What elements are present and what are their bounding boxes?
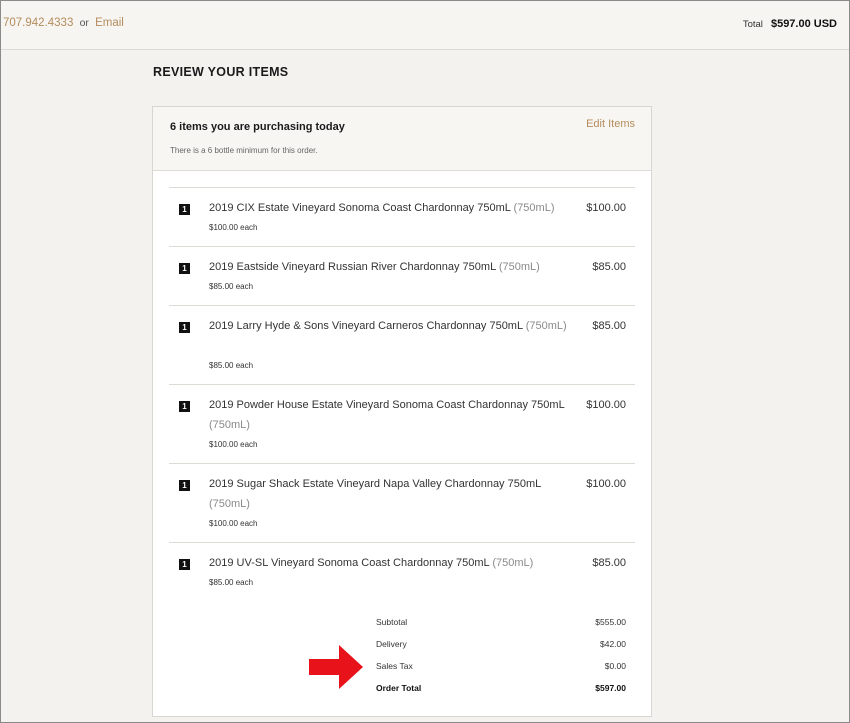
delivery-value: $42.00	[600, 639, 626, 649]
order-total-value: $597.00	[595, 683, 626, 693]
item-title: 2019 UV-SL Vineyard Sonoma Coast Chardon…	[209, 557, 490, 569]
line-item: 1 2019 Larry Hyde & Sons Vineyard Carner…	[169, 305, 635, 384]
item-unit-price: $85.00 each	[209, 361, 254, 370]
red-arrow-icon	[309, 645, 363, 689]
sales-tax-row: Sales Tax $0.00	[376, 661, 626, 675]
item-price: $85.00	[592, 320, 626, 332]
subtotal-label: Subtotal	[376, 617, 408, 627]
item-title: 2019 Sugar Shack Estate Vineyard Napa Va…	[209, 478, 541, 490]
top-bar: 707.942.4333 or Email Total $597.00 USD	[1, 1, 849, 50]
sales-tax-value: $0.00	[604, 661, 626, 671]
item-size: (750mL)	[209, 497, 250, 510]
order-total-label: Order Total	[376, 683, 422, 693]
quantity-badge: 1	[179, 322, 190, 333]
delivery-row: Delivery $42.00	[376, 639, 626, 653]
delivery-label: Delivery	[376, 639, 407, 649]
item-size: (750mL)	[525, 320, 567, 332]
item-title: 2019 Larry Hyde & Sons Vineyard Carneros…	[209, 320, 523, 332]
header-total: Total $597.00 USD	[743, 18, 837, 30]
item-price: $100.00	[586, 478, 626, 490]
phone-link[interactable]: 707.942.4333	[3, 17, 73, 29]
line-item: 1 2019 Eastside Vineyard Russian River C…	[169, 246, 635, 305]
quantity-badge: 1	[179, 204, 190, 215]
item-name: 2019 Eastside Vineyard Russian River Cha…	[209, 258, 569, 278]
edit-items-link[interactable]: Edit Items	[586, 118, 635, 130]
quantity-badge: 1	[179, 263, 190, 274]
item-name: 2019 Sugar Shack Estate Vineyard Napa Va…	[209, 475, 569, 514]
page-title: REVIEW YOUR ITEMS	[153, 65, 289, 79]
header-total-label: Total	[742, 19, 763, 30]
item-unit-price: $85.00 each	[209, 282, 254, 291]
item-unit-price: $100.00 each	[209, 519, 258, 528]
sales-tax-label: Sales Tax	[376, 661, 413, 671]
subtotal-value: $555.00	[595, 617, 626, 627]
item-price: $85.00	[592, 261, 626, 273]
item-title: 2019 Powder House Estate Vineyard Sonoma…	[209, 399, 565, 411]
quantity-badge: 1	[179, 480, 190, 491]
item-size: (750mL)	[492, 557, 534, 569]
quantity-badge: 1	[179, 559, 190, 570]
item-size: (750mL)	[498, 261, 540, 273]
line-item: 1 2019 Sugar Shack Estate Vineyard Napa …	[169, 463, 635, 542]
item-price: $100.00	[586, 202, 626, 214]
card-header: 6 items you are purchasing today There i…	[153, 107, 651, 171]
contact-info: 707.942.4333 or Email	[3, 17, 124, 29]
minimum-note: There is a 6 bottle minimum for this ord…	[170, 146, 318, 155]
email-link[interactable]: Email	[95, 17, 124, 29]
item-title: 2019 CIX Estate Vineyard Sonoma Coast Ch…	[209, 202, 511, 214]
quantity-badge: 1	[179, 401, 190, 412]
item-size: (750mL)	[209, 418, 250, 431]
subtotal-row: Subtotal $555.00	[376, 617, 626, 631]
item-unit-price: $85.00 each	[209, 578, 254, 587]
item-price: $85.00	[592, 557, 626, 569]
item-title: 2019 Eastside Vineyard Russian River Cha…	[209, 261, 496, 273]
order-total-row: Order Total $597.00	[376, 683, 626, 697]
item-price: $100.00	[586, 399, 626, 411]
line-item: 1 2019 CIX Estate Vineyard Sonoma Coast …	[169, 187, 635, 246]
item-size: (750mL)	[513, 202, 555, 214]
item-name: 2019 UV-SL Vineyard Sonoma Coast Chardon…	[209, 554, 569, 574]
contact-separator: or	[79, 17, 89, 29]
item-name: 2019 Larry Hyde & Sons Vineyard Carneros…	[209, 317, 569, 337]
item-unit-price: $100.00 each	[209, 223, 258, 232]
item-name: 2019 Powder House Estate Vineyard Sonoma…	[209, 396, 569, 435]
items-count: 6 items you are purchasing today	[170, 121, 345, 133]
review-items-card: 6 items you are purchasing today There i…	[152, 106, 652, 717]
line-item: 1 2019 UV-SL Vineyard Sonoma Coast Chard…	[169, 542, 635, 602]
item-name: 2019 CIX Estate Vineyard Sonoma Coast Ch…	[209, 199, 569, 219]
line-item: 1 2019 Powder House Estate Vineyard Sono…	[169, 384, 635, 463]
header-total-value: $597.00 USD	[770, 18, 837, 30]
item-unit-price: $100.00 each	[209, 440, 258, 449]
